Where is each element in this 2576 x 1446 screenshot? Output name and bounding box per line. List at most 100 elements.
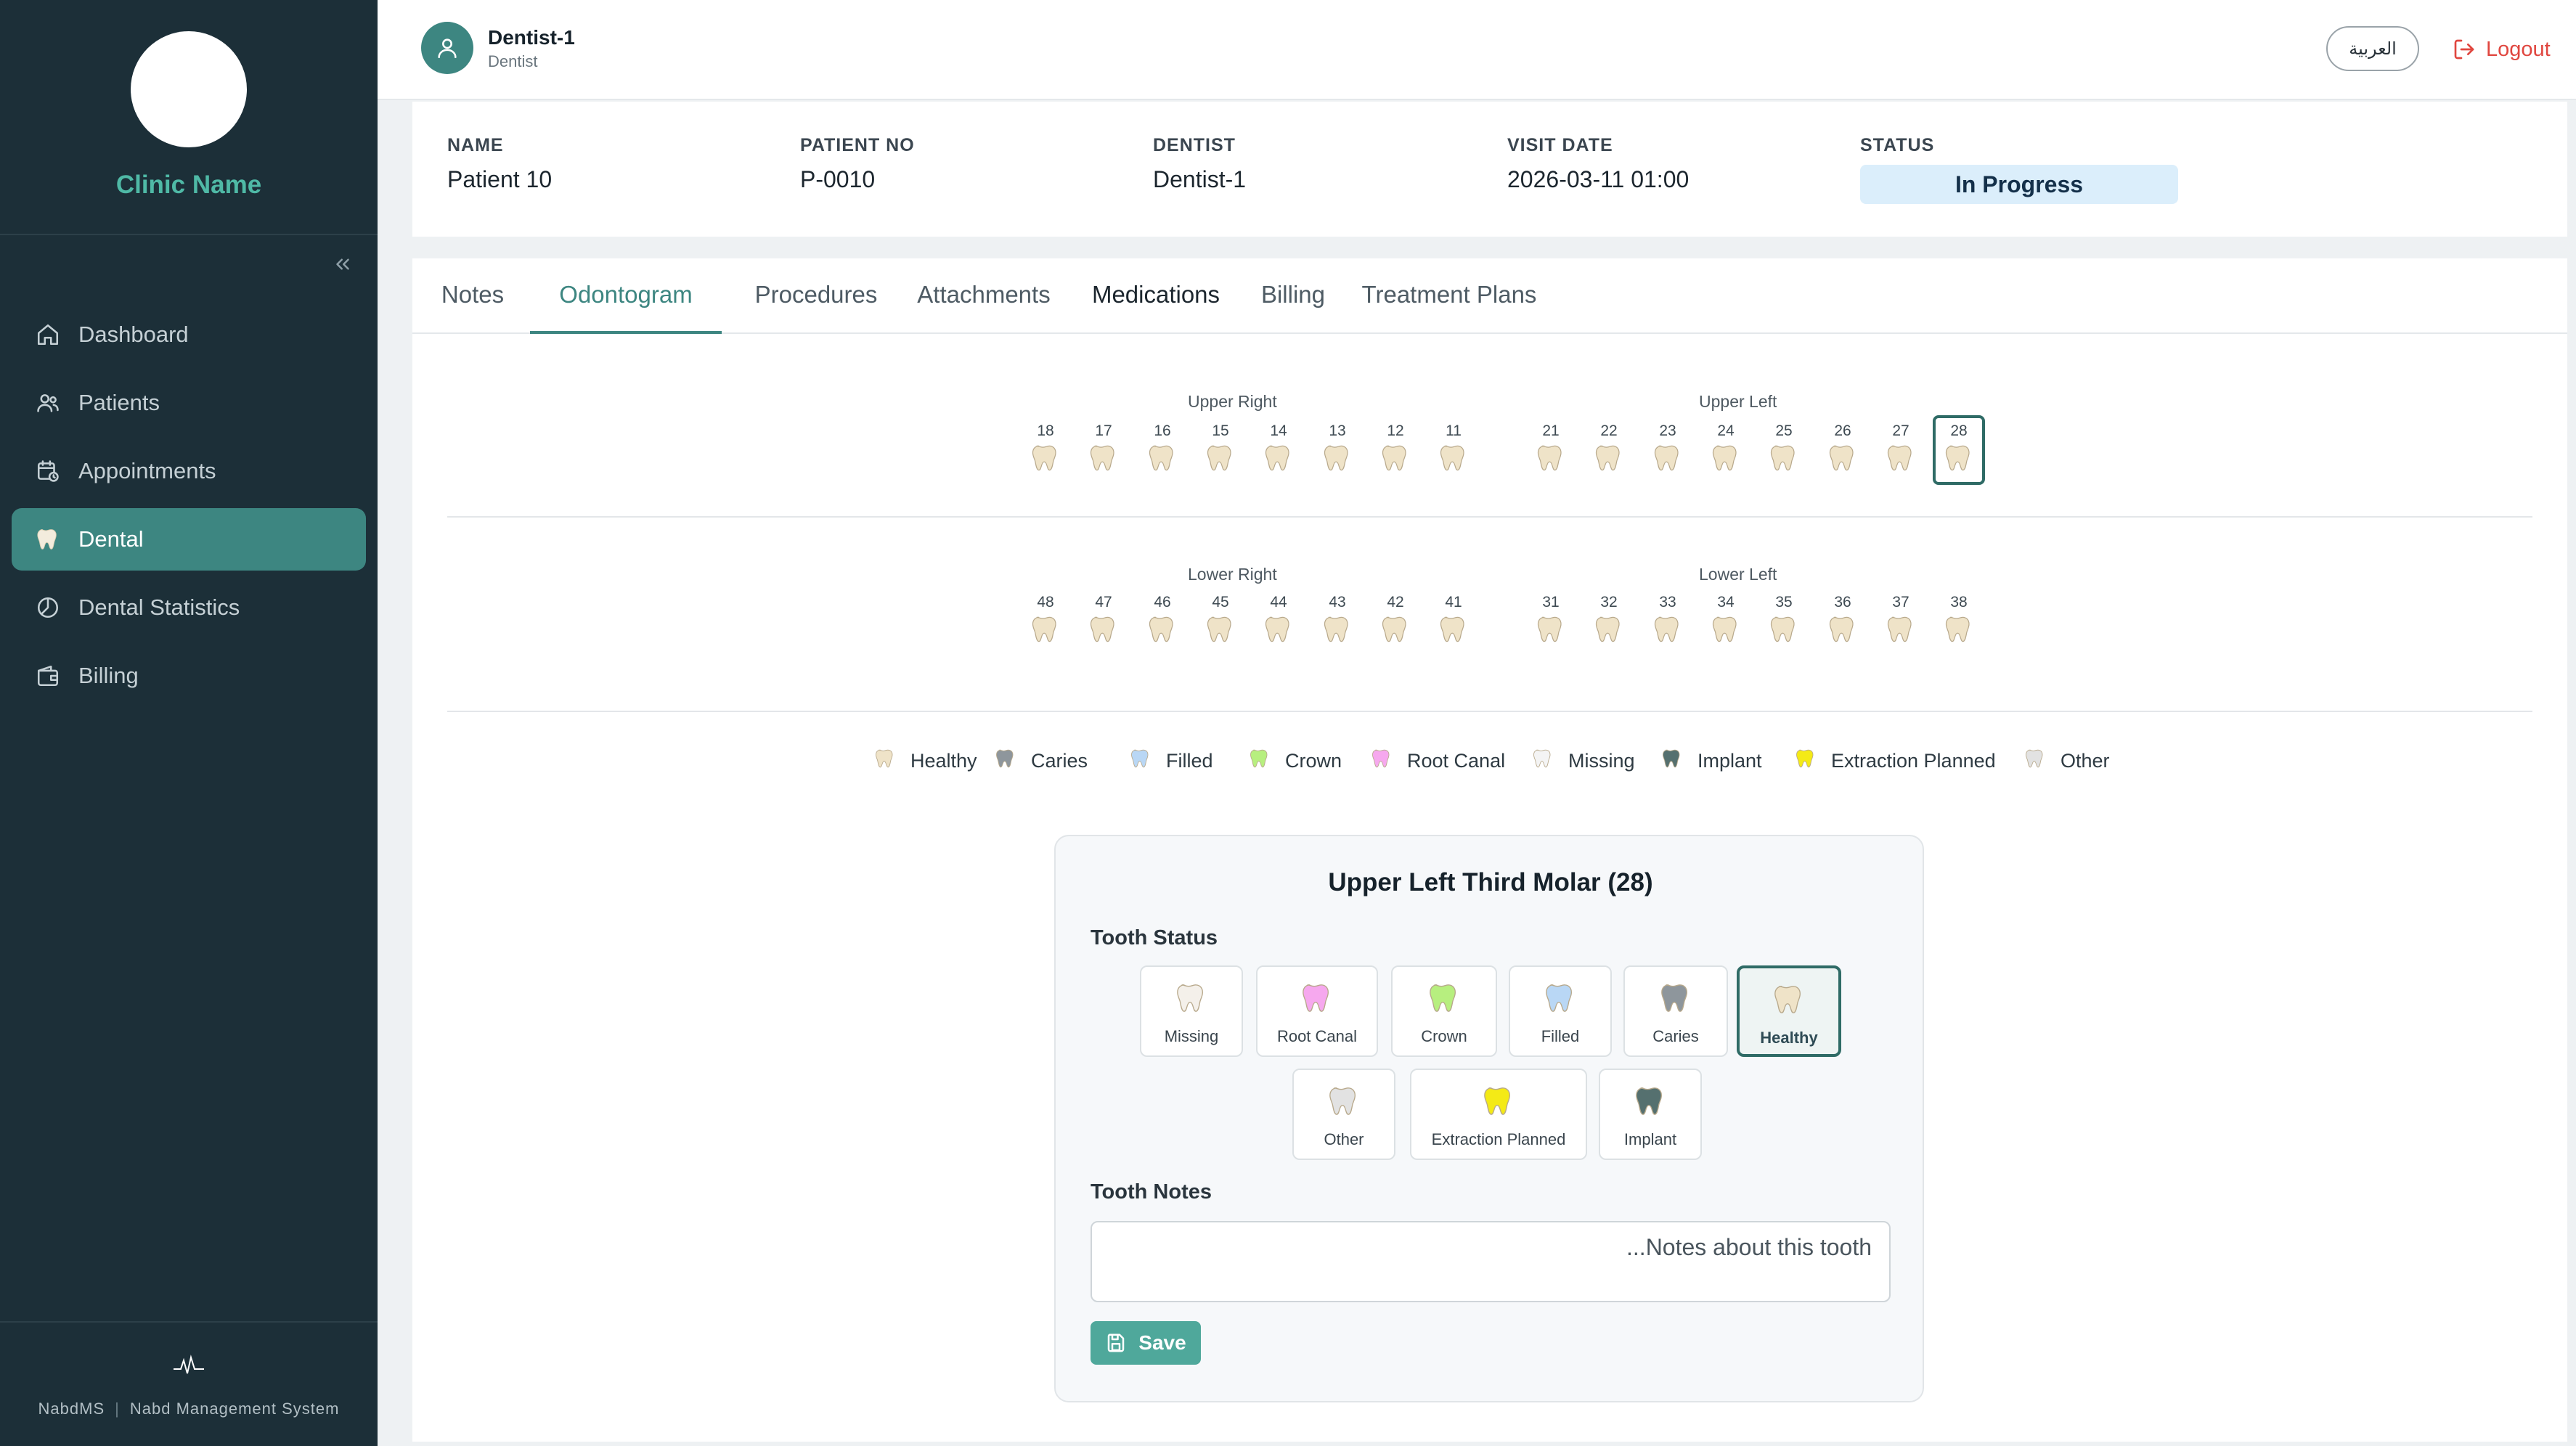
tooth-status-label: Tooth Status <box>1091 926 1218 949</box>
tooth-editor: Upper Left Third Molar (28) Tooth Status… <box>1054 835 1924 1402</box>
status-option-label: Crown <box>1421 1027 1467 1045</box>
status-option-root-canal[interactable]: Root Canal <box>1256 965 1378 1057</box>
nav-item-dental[interactable]: Dental <box>12 508 366 571</box>
legend-label: Healthy <box>910 749 977 772</box>
tooth-16[interactable]: 16 <box>1136 415 1189 485</box>
tooth-icon <box>1327 1070 1361 1122</box>
nav-item-dashboard[interactable]: Dashboard <box>12 303 366 366</box>
tooth-48[interactable]: 48 <box>1019 587 1072 656</box>
legend-label: Root Canal <box>1407 749 1506 772</box>
tooth-11[interactable]: 11 <box>1427 415 1480 485</box>
tooth-17[interactable]: 17 <box>1077 415 1130 485</box>
tooth-number: 47 <box>1095 594 1112 610</box>
nav-item-patients[interactable]: Patients <box>12 372 366 434</box>
quadrant-label-upper-left: Upper Left <box>1699 392 1777 411</box>
status-field: STATUS In Progress <box>1860 135 2178 204</box>
tooth-icon <box>1438 443 1469 477</box>
tooth-34[interactable]: 34 <box>1700 587 1752 656</box>
save-button[interactable]: Save <box>1091 1321 1201 1365</box>
legend-item: Filled <box>1130 746 1213 775</box>
tooth-icon <box>1886 443 1916 477</box>
language-toggle-button[interactable]: العربية <box>2326 26 2419 71</box>
tooth-24[interactable]: 24 <box>1700 415 1752 485</box>
tooth-41[interactable]: 41 <box>1427 587 1480 656</box>
tooth-22[interactable]: 22 <box>1583 415 1635 485</box>
tooth-icon <box>1944 614 1974 648</box>
tooth-number: 41 <box>1445 594 1462 610</box>
tooth-46[interactable]: 46 <box>1136 587 1189 656</box>
legend-label: Extraction Planned <box>1831 749 1996 772</box>
tooth-icon <box>1795 748 1831 775</box>
tab-notes[interactable]: Notes <box>439 258 507 334</box>
tab-medications[interactable]: Medications <box>1085 258 1227 334</box>
tab-billing[interactable]: Billing <box>1253 258 1333 334</box>
tooth-38[interactable]: 38 <box>1933 587 1985 656</box>
logout-button[interactable]: Logout <box>2453 35 2551 64</box>
nav-label: Appointments <box>78 458 216 483</box>
tooth-23[interactable]: 23 <box>1642 415 1694 485</box>
tooth-number: 21 <box>1542 422 1560 439</box>
pie-chart-icon <box>33 593 62 622</box>
collapse-sidebar-button[interactable] <box>328 250 357 279</box>
tooth-33[interactable]: 33 <box>1642 587 1694 656</box>
logout-label: Logout <box>2486 37 2551 61</box>
tooth-number: 35 <box>1775 594 1793 610</box>
status-option-other[interactable]: Other <box>1292 1069 1395 1160</box>
nav-item-billing[interactable]: Billing <box>12 645 366 707</box>
tooth-28[interactable]: 28 <box>1933 415 1985 485</box>
status-option-label: Missing <box>1164 1027 1219 1045</box>
save-icon <box>1108 1333 1125 1352</box>
tooth-32[interactable]: 32 <box>1583 587 1635 656</box>
legend-item: Implant <box>1661 746 1762 775</box>
status-option-label: Implant <box>1623 1130 1677 1148</box>
tooth-13[interactable]: 13 <box>1311 415 1364 485</box>
tooth-icon <box>1147 443 1178 477</box>
tooth-number: 36 <box>1834 594 1851 610</box>
status-option-crown[interactable]: Crown <box>1391 965 1497 1057</box>
tooth-25[interactable]: 25 <box>1758 415 1810 485</box>
clinic-logo <box>131 31 247 147</box>
status-option-implant[interactable]: Implant <box>1599 1069 1702 1160</box>
tooth-35[interactable]: 35 <box>1758 587 1810 656</box>
legend-item: Extraction Planned <box>1795 746 1996 775</box>
tooth-12[interactable]: 12 <box>1369 415 1422 485</box>
tooth-18[interactable]: 18 <box>1019 415 1072 485</box>
tooth-icon <box>1371 748 1407 775</box>
status-option-missing[interactable]: Missing <box>1140 965 1243 1057</box>
tab-treatment-plans[interactable]: Treatment Plans <box>1358 258 1541 334</box>
tooth-14[interactable]: 14 <box>1252 415 1305 485</box>
tooth-icon <box>1711 443 1741 477</box>
tab-procedures[interactable]: Procedures <box>748 258 884 334</box>
status-option-caries[interactable]: Caries <box>1623 965 1728 1057</box>
tooth-number: 26 <box>1834 422 1851 439</box>
tooth-31[interactable]: 31 <box>1525 587 1577 656</box>
status-option-healthy[interactable]: Healthy <box>1737 965 1841 1057</box>
tooth-notes-input[interactable] <box>1091 1221 1891 1302</box>
tooth-21[interactable]: 21 <box>1525 415 1577 485</box>
tooth-icon <box>1769 614 1799 648</box>
nav-item-dental-statistics[interactable]: Dental Statistics <box>12 576 366 639</box>
tooth-number: 46 <box>1154 594 1171 610</box>
tooth-15[interactable]: 15 <box>1194 415 1247 485</box>
tooth-43[interactable]: 43 <box>1311 587 1364 656</box>
legend-item: Healthy <box>874 746 977 775</box>
tooth-42[interactable]: 42 <box>1369 587 1422 656</box>
tooth-45[interactable]: 45 <box>1194 587 1247 656</box>
topbar: Dentist-1 Dentist العربية Logout <box>378 0 2576 100</box>
nav-item-appointments[interactable]: Appointments <box>12 440 366 502</box>
tooth-number: 37 <box>1892 594 1909 610</box>
tooth-47[interactable]: 47 <box>1077 587 1130 656</box>
avatar[interactable] <box>421 22 473 74</box>
tooth-44[interactable]: 44 <box>1252 587 1305 656</box>
tab-odontogram[interactable]: Odontogram <box>530 258 722 334</box>
tooth-number: 24 <box>1717 422 1735 439</box>
tab-attachments[interactable]: Attachments <box>909 258 1059 334</box>
tooth-icon <box>1263 614 1294 648</box>
status-option-filled[interactable]: Filled <box>1509 965 1612 1057</box>
tooth-36[interactable]: 36 <box>1817 587 1869 656</box>
tooth-number: 14 <box>1270 422 1287 439</box>
tooth-26[interactable]: 26 <box>1817 415 1869 485</box>
tooth-37[interactable]: 37 <box>1875 587 1927 656</box>
status-option-extraction-planned[interactable]: Extraction Planned <box>1410 1069 1587 1160</box>
tooth-27[interactable]: 27 <box>1875 415 1927 485</box>
